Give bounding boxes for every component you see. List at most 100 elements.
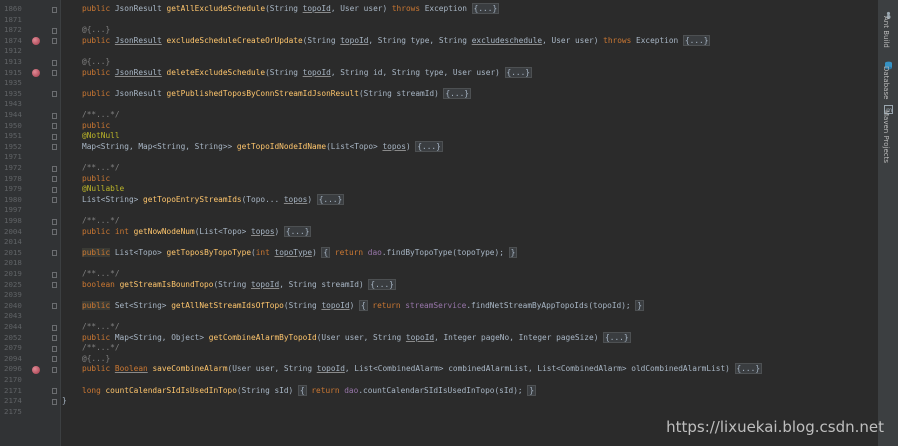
code-token: topoType xyxy=(274,247,313,257)
code-token: throws xyxy=(391,4,421,13)
code-line[interactable]: public Map<String, Object> getCombineAla… xyxy=(82,331,631,344)
folded-region[interactable]: } xyxy=(635,299,645,311)
code-token: @{...} xyxy=(82,25,111,35)
code-token: boolean xyxy=(82,279,115,289)
code-token: topoId xyxy=(405,332,435,342)
tool-tab-database[interactable]: Database xyxy=(882,66,890,99)
folded-region[interactable]: {...} xyxy=(682,34,711,46)
code-line[interactable]: @Nullable xyxy=(82,184,124,195)
folded-region[interactable]: {...} xyxy=(415,140,443,152)
code-token: /**...*/ xyxy=(82,343,120,353)
code-line[interactable]: } xyxy=(62,396,67,407)
code-line[interactable]: boolean getStreamIsBoundTopo(String topo… xyxy=(82,278,396,291)
code-line[interactable]: @{...} xyxy=(82,354,110,365)
code-token: List<String> xyxy=(82,194,144,204)
code-token: dao xyxy=(367,247,382,257)
code-line[interactable]: /**...*/ xyxy=(82,110,120,121)
code-line[interactable]: public xyxy=(82,121,110,132)
code-token: (List<Topo> xyxy=(194,226,252,236)
code-token: /**...*/ xyxy=(82,216,120,225)
code-token: int xyxy=(114,226,129,236)
code-line[interactable]: /**...*/ xyxy=(82,269,120,280)
folded-region[interactable]: {...} xyxy=(734,363,763,375)
ant-icon xyxy=(884,5,893,19)
code-token: JsonResult xyxy=(114,67,162,77)
database-icon xyxy=(884,55,893,70)
code-token: .findByTopoType(topoType); xyxy=(381,247,509,257)
code-line[interactable]: /**...*/ xyxy=(82,343,120,354)
code-token: (String xyxy=(265,4,303,13)
code-token: getToposByTopoType xyxy=(166,247,252,257)
code-line[interactable]: public int getNowNodeNum(List<Topo> topo… xyxy=(82,225,312,238)
maven-icon: m xyxy=(884,99,893,114)
folded-region[interactable]: { xyxy=(359,299,368,311)
code-line[interactable]: /**...*/ xyxy=(82,216,120,227)
code-token: int xyxy=(255,247,270,257)
code-line[interactable]: public JsonResult excludeScheduleCreateO… xyxy=(82,34,711,47)
code-token: public xyxy=(82,226,111,236)
code-token: (String sId) xyxy=(236,385,298,395)
code-token: JsonResult xyxy=(110,4,167,13)
code-line[interactable]: /**...*/ xyxy=(82,163,120,174)
code-token: @{...} xyxy=(82,57,111,66)
code-line[interactable]: Map<String, Map<String, String>> getTopo… xyxy=(82,140,443,153)
code-token: public xyxy=(82,300,111,310)
code-token: return xyxy=(334,247,364,257)
folded-region[interactable]: {...} xyxy=(504,66,533,78)
code-area[interactable]: public JsonResult getAllExcludeSchedule(… xyxy=(0,0,877,446)
code-token: (String xyxy=(302,35,341,45)
code-token: , User user) xyxy=(542,35,604,45)
code-line[interactable]: public JsonResult deleteExcludeSchedule(… xyxy=(82,66,533,79)
code-token: return xyxy=(372,300,401,310)
code-line[interactable]: public xyxy=(82,174,110,185)
code-token: long xyxy=(82,385,101,395)
right-tool-window-bar: Ant Build Database m Maven Projects xyxy=(877,0,898,446)
code-token: /**...*/ xyxy=(82,110,120,119)
code-token: public xyxy=(82,173,111,183)
folded-region[interactable]: {...} xyxy=(603,331,631,343)
code-token: streamService xyxy=(405,300,467,310)
folded-region[interactable]: } xyxy=(527,384,537,396)
folded-region[interactable]: {...} xyxy=(283,225,312,237)
folded-region[interactable]: { xyxy=(321,246,331,258)
code-token: .countCalendarSIdIsUsedInTopo(sId); xyxy=(358,385,528,395)
code-line[interactable]: public JsonResult getAllExcludeSchedule(… xyxy=(82,3,500,15)
code-token: deleteExcludeSchedule xyxy=(166,67,266,77)
code-token: public xyxy=(82,67,111,77)
code-token: , String streamId) xyxy=(279,279,369,289)
code-line[interactable]: @NotNull xyxy=(82,131,120,142)
code-line[interactable]: @{...} xyxy=(82,57,110,68)
code-token: Map<String, Object> xyxy=(110,332,209,342)
code-token: public xyxy=(82,364,111,374)
folded-region[interactable]: { xyxy=(297,384,307,396)
code-token: , User user) xyxy=(330,4,392,13)
folded-region[interactable]: {...} xyxy=(316,193,345,205)
code-token: getAllNetStreamIdsOfTopo xyxy=(171,300,284,310)
code-token: (String xyxy=(283,300,322,310)
code-token: ) xyxy=(349,300,359,310)
code-line[interactable]: public Boolean saveCombineAlarm(User use… xyxy=(82,363,763,375)
folded-region[interactable]: } xyxy=(508,246,518,258)
code-token: getTopoEntryStreamIds xyxy=(143,194,242,204)
code-token: dao xyxy=(344,385,359,395)
folded-region[interactable]: {...} xyxy=(443,87,471,99)
code-line[interactable]: @{...} xyxy=(82,25,110,36)
code-token: (List<Topo> xyxy=(326,141,383,151)
code-token: (Topo... xyxy=(241,194,284,204)
folded-region[interactable]: {...} xyxy=(471,3,500,14)
code-line[interactable]: public JsonResult getPublishedToposByCon… xyxy=(82,87,471,100)
code-editor[interactable]: 1860 1871 1872 1874 1912 1913 1915 1935 1935 1943… xyxy=(0,0,877,446)
folded-region[interactable]: {...} xyxy=(368,278,396,290)
code-token: topos xyxy=(382,141,406,151)
code-token: (String xyxy=(265,67,303,77)
code-line[interactable]: public List<Topo> getToposByTopoType(int… xyxy=(82,246,518,259)
code-line[interactable]: long countCalendarSIdIsUsedInTopo(String… xyxy=(82,384,537,397)
code-token: excludeScheduleCreateOrUpdate xyxy=(166,35,303,45)
code-line[interactable]: /**...*/ xyxy=(82,322,120,333)
code-token: topoId xyxy=(251,279,280,289)
code-token: public xyxy=(82,35,111,45)
code-line[interactable]: public Set<String> getAllNetStreamIdsOfT… xyxy=(82,299,645,312)
code-line[interactable]: List<String> getTopoEntryStreamIds(Topo.… xyxy=(82,193,345,206)
tool-tab-ant-build[interactable]: Ant Build xyxy=(882,16,890,48)
tool-tab-maven-projects[interactable]: Maven Projects xyxy=(882,110,890,163)
